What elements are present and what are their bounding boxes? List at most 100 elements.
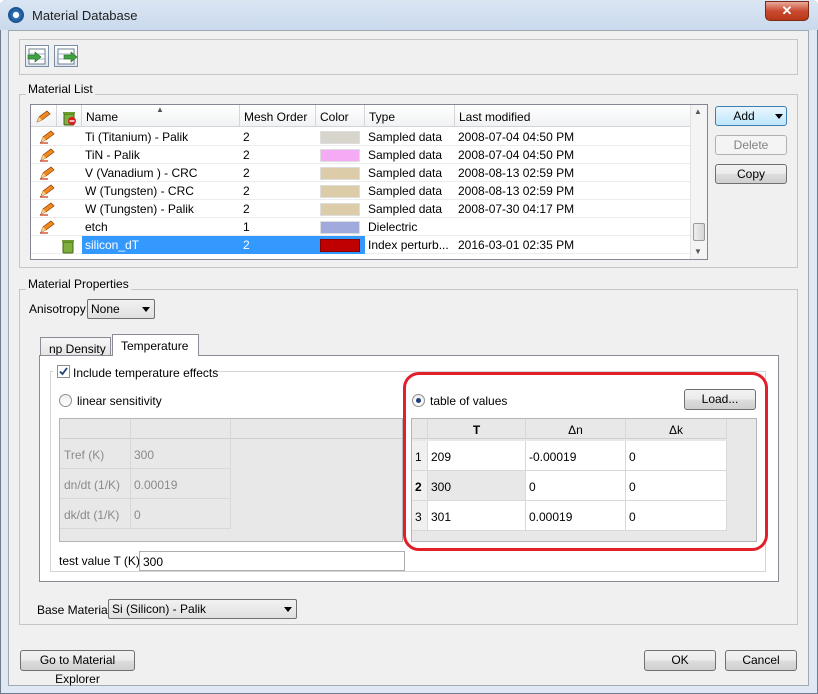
include-temperature-checkbox[interactable] — [57, 365, 70, 378]
edit-material-icon[interactable] — [36, 128, 56, 146]
base-material-label: Base Material — [37, 603, 111, 617]
table-row[interactable]: etch 1 Dielectric — [31, 218, 691, 236]
mesh-order-cell[interactable]: 2 — [240, 146, 316, 164]
import-icon[interactable] — [25, 45, 49, 67]
column-header-name-label: Name — [86, 110, 119, 124]
anisotropy-select[interactable]: None — [87, 299, 155, 319]
edit-material-icon[interactable] — [36, 200, 56, 218]
type-cell[interactable]: Sampled data — [365, 146, 455, 164]
material-name-cell[interactable]: W (Tungsten) - CRC — [82, 182, 240, 200]
table-row[interactable]: W (Tungsten) - Palik 2 Sampled data 2008-07… — [31, 200, 691, 218]
color-cell[interactable] — [316, 200, 365, 218]
export-icon[interactable] — [54, 45, 78, 67]
last-modified-cell[interactable]: 2008-07-04 04:50 PM — [455, 128, 691, 146]
mesh-order-cell[interactable]: 2 — [240, 128, 316, 146]
color-cell[interactable] — [316, 182, 365, 200]
type-cell[interactable]: Sampled data — [365, 200, 455, 218]
color-swatch — [320, 221, 360, 234]
material-list-label: Material List — [26, 82, 95, 96]
last-modified-cell[interactable]: 2008-08-13 02:59 PM — [455, 182, 691, 200]
material-name-cell[interactable]: V (Vanadium ) - CRC — [82, 164, 240, 182]
copy-button[interactable]: Copy — [715, 164, 787, 184]
type-cell[interactable]: Sampled data — [365, 182, 455, 200]
table-row[interactable]: V (Vanadium ) - CRC 2 Sampled data 2008-08-… — [31, 164, 691, 182]
material-name-cell[interactable]: silicon_dT — [82, 236, 240, 254]
edit-material-icon[interactable] — [36, 146, 56, 164]
base-material-value: Si (Silicon) - Palik — [112, 602, 207, 616]
type-cell[interactable]: Sampled data — [365, 164, 455, 182]
color-cell[interactable] — [316, 236, 365, 254]
color-swatch — [320, 149, 360, 162]
material-name-cell[interactable]: TiN - Palik — [82, 146, 240, 164]
material-name-cell[interactable]: Ti (Titanium) - Palik — [82, 128, 240, 146]
linear-param-label: Tref (K) — [60, 439, 130, 469]
column-header-mesh-order[interactable]: Mesh Order — [240, 105, 316, 127]
base-material-select[interactable]: Si (Silicon) - Palik — [108, 599, 297, 619]
tab-np-density[interactable]: np Density — [40, 337, 111, 356]
table-row[interactable]: TiN - Palik 2 Sampled data 2008-07-04 04:50… — [31, 146, 691, 164]
scroll-thumb[interactable] — [693, 223, 705, 241]
last-modified-cell[interactable]: 2008-08-13 02:59 PM — [455, 164, 691, 182]
mesh-order-cell[interactable]: 2 — [240, 182, 316, 200]
column-header-last-modified[interactable]: Last modified — [455, 105, 691, 127]
last-modified-cell[interactable]: 2016-03-01 02:35 PM — [455, 236, 691, 254]
cancel-button[interactable]: Cancel — [725, 650, 797, 671]
edit-material-icon[interactable] — [36, 164, 56, 182]
color-swatch — [320, 239, 360, 252]
color-cell[interactable] — [316, 128, 365, 146]
toolbar — [19, 39, 798, 75]
material-name-cell[interactable]: W (Tungsten) - Palik — [82, 200, 240, 218]
last-modified-cell[interactable]: 2008-07-30 04:17 PM — [455, 200, 691, 218]
linear-param-label: dn/dt (1/K) — [60, 469, 130, 499]
tab-temperature[interactable]: Temperature — [112, 334, 199, 356]
mesh-order-cell[interactable]: 2 — [240, 164, 316, 182]
linear-param-value[interactable]: 0 — [130, 499, 230, 529]
material-properties-label: Material Properties — [26, 277, 131, 291]
type-cell[interactable]: Dielectric — [365, 218, 455, 236]
last-modified-cell[interactable] — [455, 218, 691, 236]
linear-param-value[interactable]: 0.00019 — [130, 469, 230, 499]
delete-button[interactable]: Delete — [715, 135, 787, 155]
color-cell[interactable] — [316, 164, 365, 182]
linear-sensitivity-grid: Tref (K) 300 dn/dt (1/K) 0.00019 dk/dt (1/K)… — [59, 418, 403, 542]
column-header-last-modified-label: Last modified — [459, 110, 531, 124]
scroll-up-icon[interactable]: ▲ — [694, 107, 702, 116]
scroll-down-icon[interactable]: ▼ — [694, 247, 702, 256]
table-row[interactable]: W (Tungsten) - CRC 2 Sampled data 2008-08-1… — [31, 182, 691, 200]
delete-material-icon[interactable] — [57, 236, 82, 254]
linear-grid-divider — [230, 419, 231, 529]
table-row[interactable]: Ti (Titanium) - Palik 2 Sampled data 2008-0… — [31, 128, 691, 146]
material-name-cell[interactable]: etch — [82, 218, 240, 236]
table-row[interactable]: silicon_dT 2 Index perturb... 2016-03-01 02… — [31, 236, 691, 254]
mesh-order-cell[interactable]: 2 — [240, 200, 316, 218]
edit-material-icon[interactable] — [36, 218, 56, 236]
material-list-scrollbar[interactable]: ▲ ▼ — [690, 105, 707, 259]
color-swatch — [320, 203, 360, 216]
edit-material-icon[interactable] — [36, 182, 56, 200]
type-cell[interactable]: Index perturb... — [365, 236, 455, 254]
color-cell[interactable] — [316, 218, 365, 236]
sort-ascending-icon: ▲ — [156, 105, 164, 114]
test-value-input[interactable]: 300 — [139, 551, 405, 571]
column-header-type[interactable]: Type — [365, 105, 455, 127]
mesh-order-cell[interactable]: 2 — [240, 236, 316, 254]
linear-sensitivity-radio[interactable] — [59, 394, 72, 407]
last-modified-cell[interactable]: 2008-07-04 04:50 PM — [455, 146, 691, 164]
type-cell[interactable]: Sampled data — [365, 128, 455, 146]
test-value-label: test value T (K) — [59, 554, 140, 568]
column-header-color[interactable]: Color — [316, 105, 365, 127]
highlight-annotation — [403, 372, 768, 551]
add-button-label: Add — [733, 109, 755, 123]
ok-button[interactable]: OK — [644, 650, 716, 671]
go-to-material-explorer-button[interactable]: Go to Material Explorer — [20, 650, 135, 686]
mesh-order-cell[interactable]: 1 — [240, 218, 316, 236]
column-header-color-label: Color — [320, 110, 349, 124]
chevron-down-icon — [284, 607, 292, 612]
app-icon — [8, 7, 24, 23]
close-button[interactable]: ✕ — [765, 1, 809, 21]
color-swatch — [320, 131, 360, 144]
linear-param-value[interactable]: 300 — [130, 439, 230, 469]
window-title: Material Database — [32, 8, 138, 23]
add-button[interactable]: Add — [715, 106, 787, 126]
color-cell[interactable] — [316, 146, 365, 164]
